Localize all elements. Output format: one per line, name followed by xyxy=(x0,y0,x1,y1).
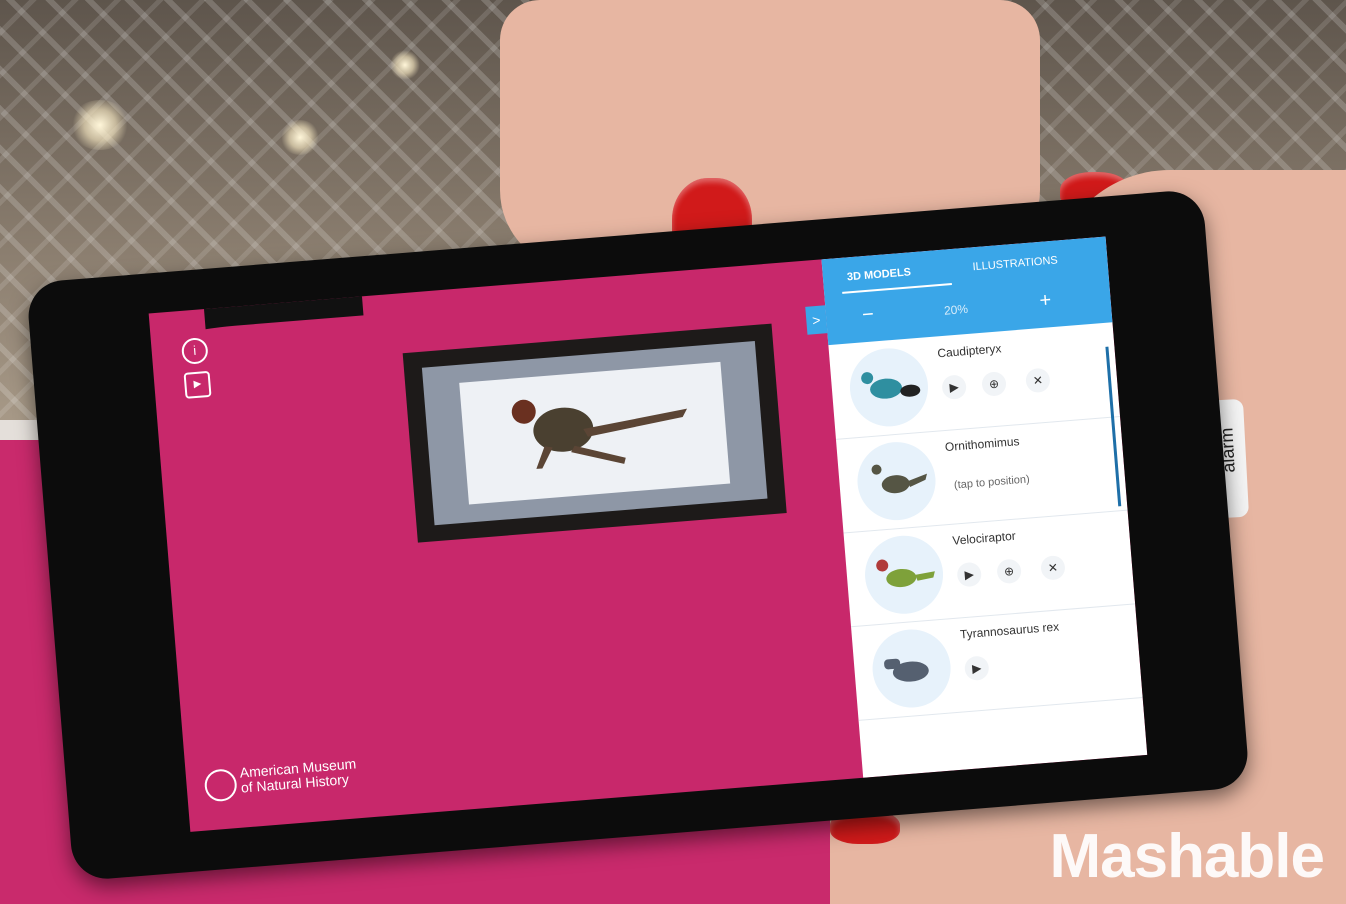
mashable-watermark: Mashable xyxy=(1049,822,1325,891)
zoom-level: 20% xyxy=(943,301,969,318)
ceiling-light xyxy=(390,50,420,80)
model-name: Tyrannosaurus rex xyxy=(959,619,1060,642)
ar-dinosaur-illustration[interactable] xyxy=(459,361,731,505)
model-thumbnail xyxy=(854,439,939,524)
model-name: Caudipteryx xyxy=(936,341,1002,361)
collapse-panel-button[interactable]: > xyxy=(805,305,828,335)
active-tab-indicator xyxy=(842,283,952,294)
museum-logo-icon xyxy=(203,768,238,803)
tab-3d-models[interactable]: 3D MODELS xyxy=(847,266,912,283)
model-name: Ornithomimus xyxy=(944,434,1020,455)
ornithomimus-model-icon xyxy=(511,399,688,469)
add-model-button[interactable]: ⊕ xyxy=(996,558,1023,585)
play-button[interactable]: ▶ xyxy=(963,655,990,682)
ceiling-light xyxy=(280,120,320,155)
exhibit-frame xyxy=(402,323,787,543)
phone-screen: nab i ▶ xyxy=(148,236,1148,832)
remove-model-button[interactable]: ✕ xyxy=(1024,367,1051,394)
play-button[interactable]: ▶ xyxy=(941,374,968,401)
model-thumbnail xyxy=(846,345,931,430)
ornithomimus-icon xyxy=(871,464,928,494)
smartphone: nab i ▶ xyxy=(25,188,1251,882)
video-button[interactable]: ▶ xyxy=(183,370,212,399)
ceiling-light xyxy=(70,100,130,150)
tab-illustrations[interactable]: ILLUSTRATIONS xyxy=(972,254,1058,273)
tap-to-position-hint: (tap to position) xyxy=(953,473,1031,492)
tyrannosaurus-icon xyxy=(884,658,929,682)
zoom-in-button[interactable]: + xyxy=(1039,289,1052,313)
model-name: Velociraptor xyxy=(951,528,1017,548)
zoom-out-button[interactable]: − xyxy=(861,303,874,327)
frame-mat xyxy=(421,341,768,526)
velociraptor-icon xyxy=(876,559,935,588)
model-thumbnail xyxy=(862,532,947,617)
remove-model-button[interactable]: ✕ xyxy=(1040,554,1066,581)
play-button[interactable]: ▶ xyxy=(956,561,983,588)
model-panel: > 3D MODELS ILLUSTRATIONS − 20% + Caudip… xyxy=(805,236,1148,778)
photo-scene: alarm nab i ▶ xyxy=(0,0,1346,904)
add-model-button[interactable]: ⊕ xyxy=(981,371,1007,397)
caudipteryx-icon xyxy=(861,372,921,399)
model-thumbnail xyxy=(869,626,954,711)
